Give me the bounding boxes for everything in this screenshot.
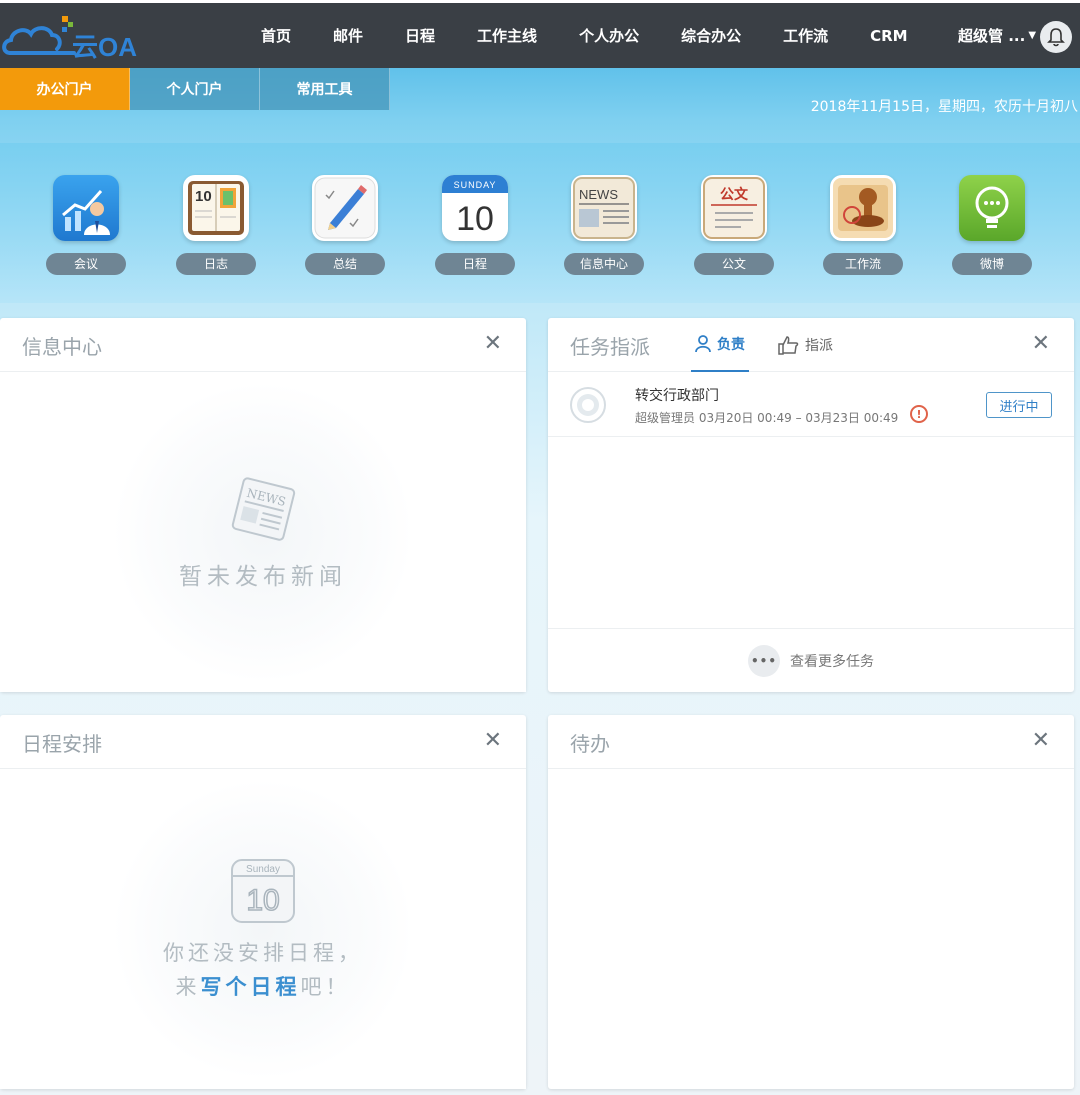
nav-workflow[interactable]: 工作流 — [762, 25, 849, 46]
app-news[interactable]: NEWS 信息中心 — [564, 175, 644, 275]
date-display: 2018年11月15日，星期四，农历十月初八 — [810, 99, 1078, 115]
meeting-icon — [53, 175, 119, 241]
schedule-empty-line2-post: 吧！ — [300, 974, 351, 999]
schedule-empty-line2: 来写个日程吧！ — [163, 970, 363, 1004]
task-title: 转交行政部门 — [635, 388, 719, 404]
tab-personal-portal[interactable]: 个人门户 — [130, 68, 260, 110]
warning-icon: ! — [910, 405, 928, 423]
write-schedule-link[interactable]: 写个日程 — [201, 974, 301, 999]
user-menu[interactable]: 超级管 ... ▼ — [958, 3, 1036, 68]
user-name: 超级管 ... — [958, 27, 1026, 45]
stamp-icon — [830, 175, 896, 241]
tasks-panel-title: 任务指派 — [570, 335, 650, 359]
app-calendar[interactable]: SUNDAY 10 日程 — [435, 175, 515, 275]
app-diary-label: 日志 — [176, 253, 256, 275]
app-diary[interactable]: 10 日志 — [176, 175, 256, 275]
diary-icon: 10 — [183, 175, 249, 241]
schedule-empty-line2-pre: 来 — [175, 974, 201, 999]
user-icon — [695, 335, 711, 353]
more-tasks-label: 查看更多任务 — [790, 653, 874, 670]
app-meeting[interactable]: 会议 — [46, 175, 126, 275]
app-weibo[interactable]: 微博 — [952, 175, 1032, 275]
news-icon: NEWS — [571, 175, 637, 241]
nav-work-line[interactable]: 工作主线 — [456, 25, 558, 46]
logo-text: 云OA — [72, 32, 137, 62]
news-panel: 信息中心 ✕ NEWS 暂未发布新闻 — [0, 318, 526, 692]
tab-responsible-label: 负责 — [717, 337, 745, 353]
app-summary-label: 总结 — [305, 253, 385, 275]
tasks-panel: 任务指派 负责 指派 ✕ 转交行政部门 超级管理员 03月20日 00:49 –… — [548, 318, 1074, 692]
caret-down-icon: ▼ — [1028, 30, 1037, 41]
app-summary[interactable]: 总结 — [305, 175, 385, 275]
newspaper-icon: NEWS — [231, 476, 296, 541]
schedule-empty-line1: 你还没安排日程， — [163, 940, 363, 965]
calendar-icon-day: SUNDAY — [454, 180, 497, 190]
task-meta: 超级管理员 03月20日 00:49 – 03月23日 00:49 — [635, 411, 899, 425]
close-icon[interactable]: ✕ — [1032, 332, 1050, 356]
notification-button[interactable] — [1040, 21, 1072, 53]
schedule-empty-state: Sunday 10 你还没安排日程， 来写个日程吧！ — [0, 770, 526, 1089]
avatar — [570, 387, 606, 423]
calendar-icon-number: 10 — [456, 200, 494, 238]
app-document[interactable]: 公文 公文 — [694, 175, 774, 275]
nav-personal-office[interactable]: 个人办公 — [558, 25, 660, 46]
nav-schedule[interactable]: 日程 — [384, 25, 456, 46]
app-news-label: 信息中心 — [564, 253, 644, 275]
status-badge[interactable]: 进行中 — [986, 392, 1052, 418]
portal-tabs: 办公门户 个人门户 常用工具 — [0, 68, 390, 110]
news-panel-title: 信息中心 — [22, 335, 102, 359]
thumbs-up-icon — [778, 336, 799, 355]
schedule-panel-header: 日程安排 ✕ — [0, 715, 526, 769]
calendar-icon: SUNDAY 10 — [442, 175, 508, 241]
app-workflow-label: 工作流 — [823, 253, 903, 275]
app-meeting-label: 会议 — [46, 253, 126, 275]
more-dots-icon: ••• — [748, 644, 780, 677]
document-icon-text: 公文 — [720, 186, 749, 203]
cloud-logo-icon: 云OA — [2, 16, 137, 62]
app-workflow[interactable]: 工作流 — [823, 175, 903, 275]
tab-common-tools[interactable]: 常用工具 — [260, 68, 390, 110]
tab-office-portal[interactable]: 办公门户 — [0, 68, 130, 110]
tab-assign[interactable]: 指派 — [773, 318, 837, 372]
diary-icon-number: 10 — [195, 188, 212, 205]
tasks-panel-header: 任务指派 负责 指派 ✕ — [548, 318, 1074, 372]
tab-assign-label: 指派 — [805, 338, 833, 354]
more-tasks-button[interactable]: ••• 查看更多任务 — [548, 628, 1074, 692]
schedule-empty-icon-number: 10 — [246, 884, 279, 917]
calendar-empty-icon: Sunday 10 — [231, 858, 295, 923]
app-shortcuts: 会议 10 日志 总结 SUNDAY 10 日程 NEWS 信息中心 公文 公文… — [0, 143, 1080, 303]
news-icon-text: NEWS — [579, 187, 618, 202]
schedule-panel: 日程安排 ✕ Sunday 10 你还没安排日程， 来写个日程吧！ — [0, 715, 526, 1089]
summary-icon — [312, 175, 378, 241]
todo-panel-header: 待办 ✕ — [548, 715, 1074, 769]
close-icon[interactable]: ✕ — [484, 332, 502, 356]
nav-home[interactable]: 首页 — [240, 25, 312, 46]
schedule-panel-title: 日程安排 — [22, 732, 102, 756]
document-icon: 公文 — [701, 175, 767, 241]
top-bar: 云OA 首页 邮件 日程 工作主线 个人办公 综合办公 工作流 CRM 超级管 … — [0, 0, 1080, 68]
news-empty-state: NEWS 暂未发布新闻 — [0, 373, 526, 692]
nav-crm[interactable]: CRM — [849, 27, 929, 45]
lightbulb-icon — [959, 175, 1025, 241]
main-nav: 首页 邮件 日程 工作主线 个人办公 综合办公 工作流 CRM — [240, 3, 929, 68]
app-weibo-label: 微博 — [952, 253, 1032, 275]
tab-responsible[interactable]: 负责 — [691, 318, 749, 372]
news-panel-header: 信息中心 ✕ — [0, 318, 526, 372]
todo-panel-title: 待办 — [570, 732, 610, 756]
logo[interactable]: 云OA — [2, 13, 152, 63]
app-calendar-label: 日程 — [435, 253, 515, 275]
nav-mail[interactable]: 邮件 — [312, 25, 384, 46]
task-tabs: 负责 指派 — [691, 318, 861, 372]
task-item[interactable]: 转交行政部门 超级管理员 03月20日 00:49 – 03月23日 00:49… — [548, 373, 1074, 437]
bell-icon — [1047, 28, 1065, 47]
schedule-empty-icon-day: Sunday — [246, 864, 280, 875]
todo-panel: 待办 ✕ — [548, 715, 1074, 1089]
close-icon[interactable]: ✕ — [1032, 729, 1050, 753]
avatar-placeholder-icon — [577, 394, 599, 416]
nav-general-office[interactable]: 综合办公 — [660, 25, 762, 46]
news-empty-text: 暂未发布新闻 — [179, 563, 347, 590]
app-document-label: 公文 — [694, 253, 774, 275]
schedule-empty-text: 你还没安排日程， 来写个日程吧！ — [163, 936, 363, 1004]
close-icon[interactable]: ✕ — [484, 729, 502, 753]
